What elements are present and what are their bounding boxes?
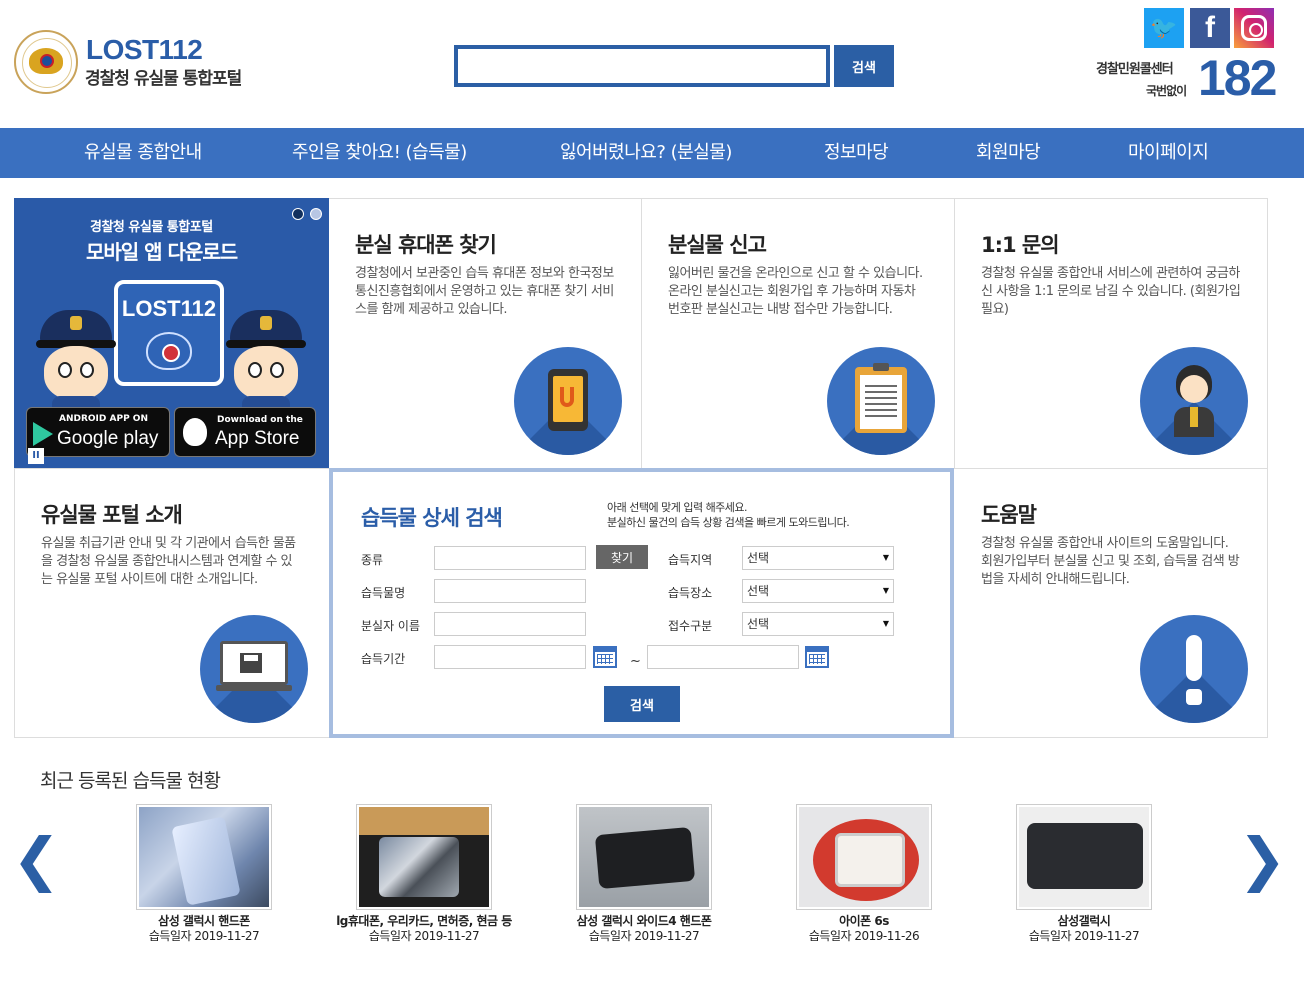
card-desc: 경찰청 유실물 종합안내 사이트의 도움말입니다. 회원가입부터 분실물 신고 …: [981, 536, 1240, 587]
recent-items-title: 최근 등록된 습득물 현황: [40, 770, 221, 792]
period-end-input[interactable]: [647, 645, 799, 669]
label-period: 습득기간: [361, 652, 406, 666]
banner-line1: 경찰청 유실물 통합포털: [90, 220, 213, 235]
calendar-icon[interactable]: [805, 646, 829, 668]
label-category: 종류: [361, 553, 384, 567]
region-select[interactable]: 선택: [742, 546, 894, 570]
nav-item-lost[interactable]: 잃어버렸나요? (분실물): [560, 128, 732, 178]
main-nav: 유실물 종합안내 주인을 찾아요! (습득물) 잃어버렸나요? (분실물) 정보…: [0, 128, 1304, 178]
detailed-search-form: 습득물 상세 검색 아래 선택에 맞게 입력 해주세요. 분실하신 물건의 습득…: [329, 468, 954, 738]
recent-item-caption[interactable]: 삼성 갤럭시 와이드4 핸드폰 습득일자 2019-11-27: [534, 914, 754, 944]
recent-item-thumbnail[interactable]: [796, 804, 932, 910]
nav-item-mypage[interactable]: 마이페이지: [1128, 128, 1209, 178]
recent-item-caption[interactable]: 삼성갤럭시 습득일자 2019-11-27: [974, 914, 1194, 944]
card-lost-report[interactable]: 분실물 신고 잃어버린 물건을 온라인으로 신고 할 수 있습니다. 온라인 분…: [642, 199, 954, 467]
card-help[interactable]: 도움말 경찰청 유실물 종합안내 사이트의 도움말입니다. 회원가입부터 분실물…: [955, 469, 1267, 737]
call-center-label: 경찰민원콜센터: [1096, 62, 1174, 77]
chevron-left-icon[interactable]: ❮: [12, 830, 61, 888]
facebook-icon[interactable]: f: [1190, 8, 1230, 48]
app-download-banner[interactable]: 경찰청 유실물 통합포털 모바일 앱 다운로드 LOST112 ANDROID …: [14, 198, 329, 468]
card-desc: 경찰청 유실물 종합안내 서비스에 관련하여 궁금하신 사항을 1:1 문의로 …: [981, 266, 1241, 317]
label-place: 습득장소: [668, 586, 713, 600]
label-item-name: 습득물명: [361, 586, 406, 600]
card-portal-intro[interactable]: 유실물 포털 소개 유실물 취급기관 안내 및 각 기관에서 습득한 물품을 경…: [15, 469, 328, 737]
call-free-label: 국번없이: [1146, 84, 1187, 98]
nav-item-guide[interactable]: 유실물 종합안내: [84, 128, 202, 178]
computer-icon: [200, 615, 308, 723]
brand-subtitle[interactable]: 경찰청 유실물 통합포털: [85, 64, 242, 89]
recent-item-caption[interactable]: lg휴대폰, 우리카드, 면허증, 현금 등 습득일자 2019-11-27: [314, 914, 534, 944]
banner-line2: 모바일 앱 다운로드: [86, 240, 238, 264]
exclamation-icon: [1140, 615, 1248, 723]
chevron-right-icon[interactable]: ❯: [1238, 830, 1287, 888]
slider-dot-2[interactable]: [310, 208, 322, 220]
recent-item-caption[interactable]: 아이폰 6s 습득일자 2019-11-26: [754, 914, 974, 944]
search-box: [454, 45, 830, 87]
nav-item-found[interactable]: 주인을 찾아요! (습득물): [292, 128, 467, 178]
emblem-icon: [146, 332, 192, 370]
form-search-button[interactable]: 검색: [604, 686, 680, 722]
header: LOST112 경찰청 유실물 통합포털 검색 🐦 f 경찰민원콜센터 국번없이…: [0, 0, 1304, 128]
card-phone-search[interactable]: 분실 휴대폰 찾기 경찰청에서 보관중인 습득 휴대폰 정보와 한국정보통신진흥…: [329, 199, 641, 467]
label-loser-name: 분실자 이름: [361, 619, 421, 633]
google-play-button[interactable]: ANDROID APP ON Google play: [26, 407, 170, 457]
slider-dot-1[interactable]: [292, 208, 304, 220]
card-title: 분실 휴대폰 찾기: [355, 233, 497, 257]
label-region: 습득지역: [668, 553, 713, 567]
calendar-icon[interactable]: [593, 646, 617, 668]
police-emblem-logo[interactable]: [14, 30, 78, 94]
phone-icon: [514, 347, 622, 455]
item-name-input[interactable]: [434, 579, 586, 603]
twitter-icon[interactable]: 🐦: [1144, 8, 1184, 48]
form-title: 습득물 상세 검색: [361, 506, 503, 530]
police-character-female: [224, 310, 308, 418]
app-logo: LOST112: [114, 280, 224, 386]
period-separator: ~: [630, 654, 641, 669]
headset-agent-icon: [1140, 347, 1248, 455]
app-store-button[interactable]: Download on the App Store: [174, 407, 316, 457]
instagram-icon[interactable]: [1234, 8, 1274, 48]
find-category-button[interactable]: 찾기: [596, 545, 648, 569]
label-receipt-type: 접수구분: [668, 619, 713, 633]
category-input[interactable]: [434, 546, 586, 570]
place-select[interactable]: 선택: [742, 579, 894, 603]
card-title: 유실물 포털 소개: [41, 503, 183, 527]
recent-item-caption[interactable]: 삼성 갤럭시 핸드폰 습득일자 2019-11-27: [94, 914, 314, 944]
recent-item-thumbnail[interactable]: [136, 804, 272, 910]
card-desc: 경찰청에서 보관중인 습득 휴대폰 정보와 한국정보통신진흥협회에서 운영하고 …: [355, 266, 614, 317]
recent-item-thumbnail[interactable]: [576, 804, 712, 910]
apple-icon: [183, 418, 207, 446]
receipt-type-select[interactable]: 선택: [742, 612, 894, 636]
recent-item-thumbnail[interactable]: [356, 804, 492, 910]
nav-item-info[interactable]: 정보마당: [824, 128, 889, 178]
card-desc: 잃어버린 물건을 온라인으로 신고 할 수 있습니다. 온라인 분실신고는 회원…: [668, 266, 923, 317]
brand-title[interactable]: LOST112: [86, 34, 203, 66]
app-logo-text: LOST112: [121, 296, 217, 321]
card-inquiry[interactable]: 1:1 문의 경찰청 유실물 종합안내 서비스에 관련하여 궁금하신 사항을 1…: [955, 199, 1267, 467]
clipboard-icon: [827, 347, 935, 455]
search-input[interactable]: [458, 49, 826, 83]
emblem-core-icon: [40, 54, 54, 68]
card-title: 도움말: [981, 503, 1037, 527]
police-character-male: [34, 310, 118, 418]
google-play-icon: [33, 422, 53, 446]
recent-item-thumbnail[interactable]: [1016, 804, 1152, 910]
search-button[interactable]: 검색: [834, 45, 894, 87]
pause-icon[interactable]: II: [28, 448, 44, 464]
form-description: 아래 선택에 맞게 입력 해주세요. 분실하신 물건의 습득 상황 검색을 빠르…: [607, 501, 850, 529]
card-title: 분실물 신고: [668, 233, 767, 257]
call-number: 182: [1198, 50, 1277, 106]
period-start-input[interactable]: [434, 645, 586, 669]
card-title: 1:1 문의: [981, 233, 1060, 257]
card-desc: 유실물 취급기관 안내 및 각 기관에서 습득한 물품을 경찰청 유실물 종합안…: [41, 536, 296, 587]
nav-item-member[interactable]: 회원마당: [976, 128, 1041, 178]
loser-name-input[interactable]: [434, 612, 586, 636]
